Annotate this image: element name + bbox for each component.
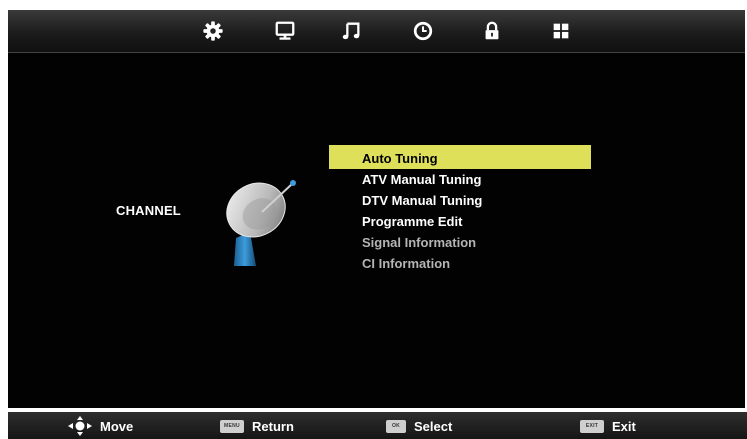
tab-time[interactable] — [410, 18, 436, 44]
tab-sound[interactable] — [338, 18, 364, 44]
menu-item-atv-manual-tuning[interactable]: ATV Manual Tuning — [329, 169, 591, 190]
hint-return: MENU Return — [220, 416, 294, 436]
monitor-icon — [275, 21, 295, 40]
section-title: CHANNEL — [116, 203, 181, 218]
hint-return-label: Return — [252, 418, 294, 434]
hint-exit: EXIT Exit — [580, 416, 636, 436]
tab-setup[interactable] — [548, 18, 574, 44]
menu-item-signal-information: Signal Information — [362, 235, 477, 250]
clock-icon — [413, 21, 433, 41]
footer-hint-bar: Move MENU Return OK Select EXIT Exit — [8, 412, 747, 439]
tv-screen: CHANNEL Auto Tuning ATV Manual Tuning DT… — [8, 10, 745, 408]
lock-icon — [485, 21, 499, 40]
dpad-icon — [68, 416, 92, 436]
hint-move: Move — [68, 416, 133, 436]
menu-item-auto-tuning[interactable]: Auto Tuning — [329, 145, 591, 169]
menu-item-ci-information: CI Information — [362, 256, 451, 271]
top-tab-bar — [8, 10, 745, 53]
hint-move-label: Move — [100, 418, 134, 434]
tab-settings[interactable] — [200, 18, 226, 44]
settings-gear-icon — [203, 21, 223, 41]
menu-key-icon: MENU — [220, 419, 244, 433]
hint-exit-label: Exit — [612, 418, 636, 434]
hint-select: OK Select — [386, 416, 452, 436]
menu-item-programme-edit[interactable]: Programme Edit — [329, 211, 591, 232]
menu-item-dtv-manual-tuning[interactable]: DTV Manual Tuning — [329, 190, 591, 211]
grid-icon — [553, 23, 569, 39]
music-note-icon — [342, 22, 360, 40]
exit-key-icon: EXIT — [580, 419, 604, 433]
satellite-dish-icon — [226, 180, 296, 266]
tab-picture[interactable] — [272, 18, 298, 44]
tab-lock[interactable] — [479, 18, 505, 44]
ok-key-icon: OK — [386, 419, 406, 433]
hint-select-label: Select — [414, 418, 453, 434]
channel-menu: Auto Tuning ATV Manual Tuning DTV Manual… — [329, 145, 591, 274]
